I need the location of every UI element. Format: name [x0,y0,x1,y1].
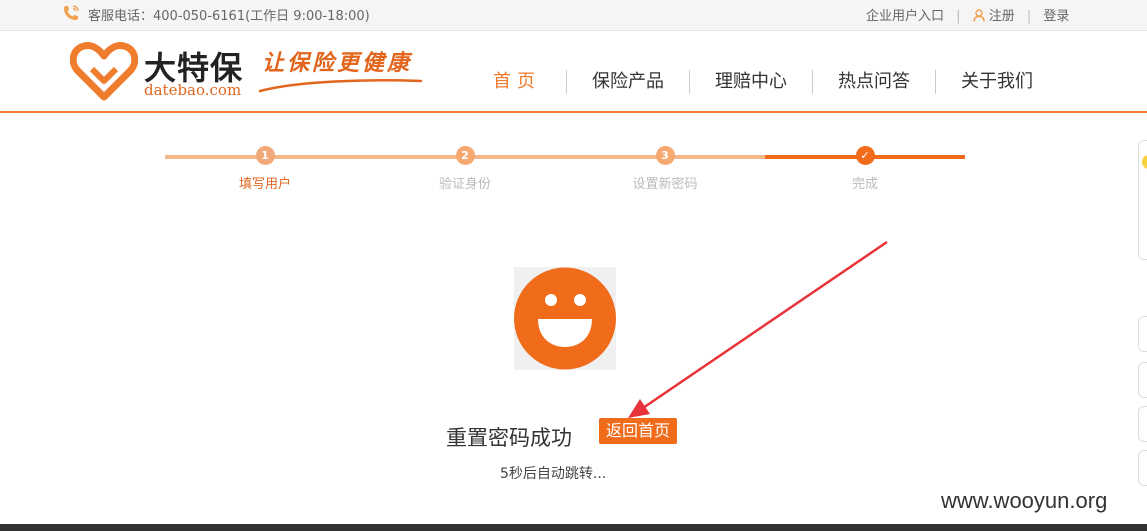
step-number: 1 [255,146,275,165]
enterprise-login-link[interactable]: 企业用户入口 [866,9,944,24]
side-button[interactable] [1138,406,1147,442]
nav-item-home[interactable]: 首页 [468,70,566,94]
divider: | [1026,9,1032,24]
site-header: 大特保 datebao.com 让保险更健康 首页 保险产品 理赔中心 热点问答… [0,31,1147,113]
back-to-home-button[interactable]: 返回首页 [599,418,678,444]
heart-logo-icon[interactable] [70,39,138,103]
step-complete: ✓ 完成 [765,146,965,192]
hotline-text: 客服电话：400-050-6161(工作日 9:00-18:00) [88,9,370,24]
step-set-password: 3 设置新密码 [565,146,765,192]
nav-item-products[interactable]: 保险产品 [566,70,689,94]
step-fill-user: 1 填写用户 [165,146,365,192]
redirect-countdown: 5秒后自动跳转... [500,466,607,482]
slogan-underline [258,79,423,93]
step-number: 3 [655,146,675,165]
side-service-widget[interactable] [1138,140,1147,260]
checkmark-icon: ✓ [855,146,875,165]
nav-item-about[interactable]: 关于我们 [935,70,1058,94]
password-reset-steps: 1 填写用户 2 验证身份 3 设置新密码 ✓ 完成 [165,146,965,196]
login-link[interactable]: 登录 [1043,9,1069,24]
side-button[interactable] [1138,316,1147,352]
side-button[interactable] [1138,362,1147,398]
user-icon [972,9,985,22]
success-smiley-image [514,267,616,370]
watermark: www.wooyun.org [941,488,1108,513]
divider: | [956,9,961,24]
phone-icon [64,5,79,20]
smiley-icon [514,267,616,370]
step-label: 完成 [851,177,878,192]
nav-item-claims[interactable]: 理赔中心 [689,70,812,94]
side-button[interactable] [1138,450,1147,486]
register-link[interactable]: 注册 [989,9,1015,24]
nav-item-faq[interactable]: 热点问答 [812,70,935,94]
step-label: 设置新密码 [632,177,698,192]
brand-slogan: 让保险更健康 [262,50,413,76]
brand-domain: datebao.com [144,81,242,99]
top-links: 企业用户入口 | 注册 | 登录 [866,5,1069,24]
top-bar: 客服电话：400-050-6161(工作日 9:00-18:00) 企业用户入口… [0,0,1147,31]
step-label: 验证身份 [438,177,491,192]
step-number: 2 [455,146,475,165]
main-nav: 首页 保险产品 理赔中心 热点问答 关于我们 [468,67,1058,97]
service-icon [1142,155,1147,169]
footer-bar [0,524,1147,531]
step-label: 填写用户 [238,177,291,192]
reset-success-message: 重置密码成功 [446,426,572,450]
step-verify-identity: 2 验证身份 [365,146,565,192]
